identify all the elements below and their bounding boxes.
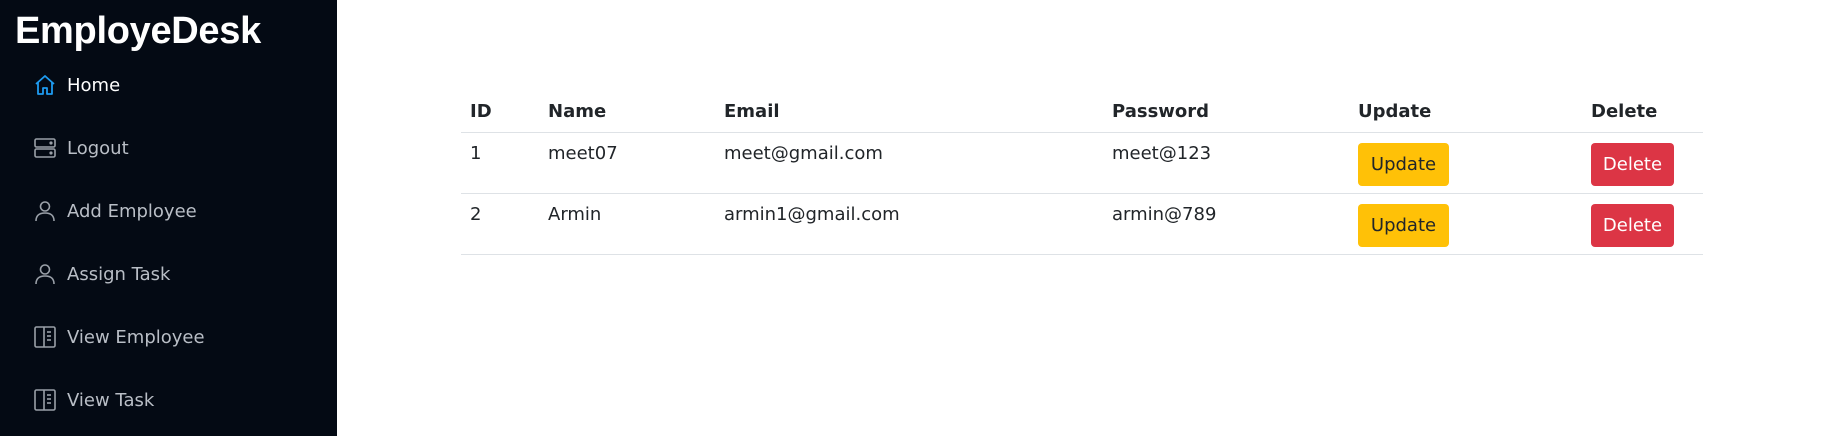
sidebar-item-label: View Employee [67,326,205,348]
sidebar-item-logout[interactable]: Logout [33,133,129,163]
cell-password: meet@123 [1103,132,1349,194]
cell-delete: Delete [1582,132,1703,194]
cell-name: Armin [539,193,715,255]
delete-button[interactable]: Delete [1591,204,1674,247]
server-icon [33,136,57,160]
update-button[interactable]: Update [1358,143,1449,186]
cell-delete: Delete [1582,193,1703,255]
person-icon [33,262,57,286]
sidebar-item-view-employee[interactable]: View Employee [33,322,205,352]
column-header-delete: Delete [1582,90,1703,133]
delete-button[interactable]: Delete [1591,143,1674,186]
table-row: 1 meet07 meet@gmail.com meet@123 Update … [461,132,1703,194]
sidebar-item-label: View Task [67,389,155,411]
cell-id: 2 [461,193,539,255]
column-header-password: Password [1103,90,1349,133]
sidebar: EmployeDesk Home Logout Add Employee Ass… [0,0,337,436]
cell-name: meet07 [539,132,715,194]
sidebar-item-assign-task[interactable]: Assign Task [33,259,170,289]
employee-table: ID Name Email Password Update Delete 1 m… [461,90,1703,255]
cell-password: armin@789 [1103,193,1349,255]
cell-id: 1 [461,132,539,194]
home-icon [33,73,57,97]
column-header-id: ID [461,90,539,133]
sidebar-item-label: Home [67,74,121,96]
cell-email: meet@gmail.com [715,132,1103,194]
column-header-update: Update [1349,90,1582,133]
update-button[interactable]: Update [1358,204,1449,247]
cell-update: Update [1349,193,1582,255]
sidebar-item-label: Logout [67,137,129,159]
layout-sidebar-icon [33,325,57,349]
person-icon [33,199,57,223]
table-row: 2 Armin armin1@gmail.com armin@789 Updat… [461,193,1703,255]
sidebar-item-add-employee[interactable]: Add Employee [33,196,197,226]
column-header-name: Name [539,90,715,133]
cell-email: armin1@gmail.com [715,193,1103,255]
sidebar-item-home[interactable]: Home [33,70,120,100]
sidebar-item-label: Assign Task [67,263,171,285]
table-header-row: ID Name Email Password Update Delete [461,90,1703,133]
column-header-email: Email [715,90,1103,133]
layout-sidebar-icon [33,388,57,412]
brand-title: EmployeDesk [15,10,261,52]
sidebar-item-label: Add Employee [67,200,197,222]
cell-update: Update [1349,132,1582,194]
sidebar-item-view-task[interactable]: View Task [33,385,154,415]
employee-table-container: ID Name Email Password Update Delete 1 m… [461,90,1703,255]
